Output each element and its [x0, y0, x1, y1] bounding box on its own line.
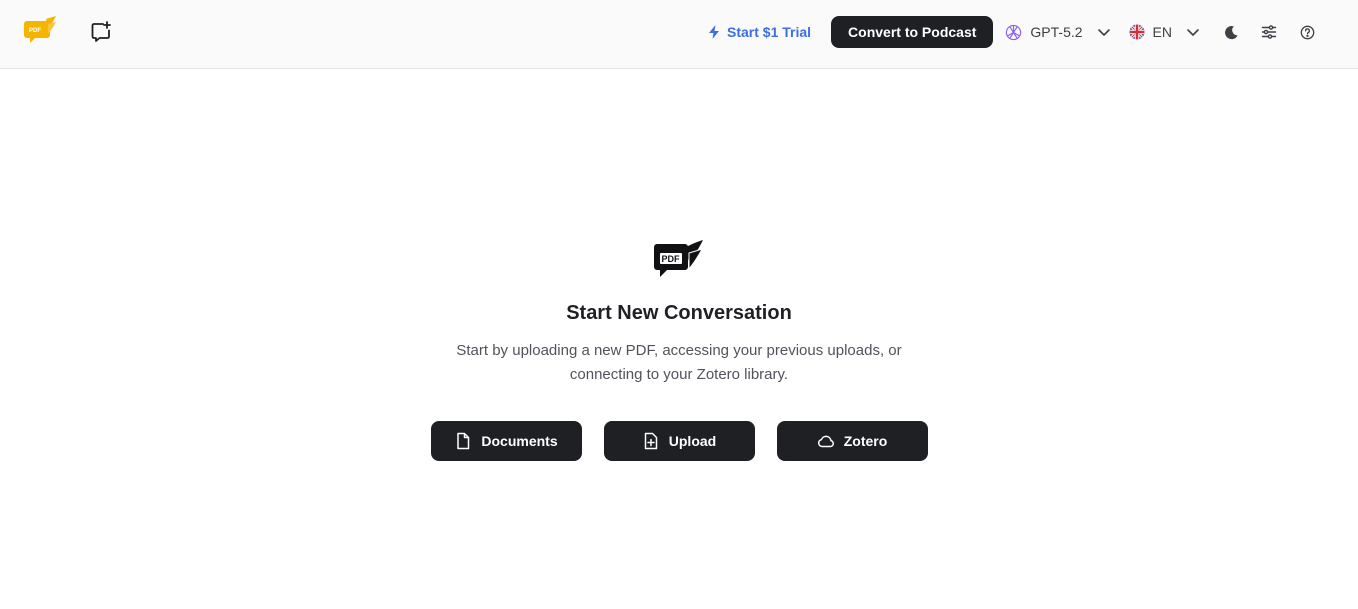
uk-flag-icon — [1129, 24, 1145, 40]
top-bar: PDF Start $1 Trial Convert to Podcast GP… — [0, 0, 1358, 69]
svg-text:PDF: PDF — [29, 28, 41, 34]
settings-button[interactable] — [1260, 23, 1278, 41]
zotero-button[interactable]: Zotero — [776, 421, 928, 461]
openai-icon — [1006, 24, 1022, 40]
model-label: GPT-5.2 — [1030, 24, 1083, 40]
document-icon — [457, 432, 470, 450]
convert-to-podcast-button[interactable]: Convert to Podcast — [831, 16, 994, 48]
file-plus-icon — [644, 432, 658, 450]
upload-button[interactable]: Upload — [603, 421, 755, 461]
documents-button[interactable]: Documents — [430, 421, 582, 461]
pdf-chat-logo-icon: PDF — [24, 16, 56, 43]
documents-label: Documents — [481, 433, 558, 449]
action-buttons: Documents Upload Zotero — [430, 421, 928, 461]
language-label: EN — [1152, 24, 1172, 40]
model-selector[interactable]: GPT-5.2 — [1005, 24, 1110, 41]
sliders-icon — [1261, 25, 1277, 39]
moon-icon — [1224, 25, 1238, 39]
chevron-down-icon — [1097, 29, 1110, 36]
page-subtitle: Start by uploading a new PDF, accessing … — [456, 342, 902, 383]
new-chat-icon — [91, 21, 111, 42]
dark-mode-toggle[interactable] — [1222, 23, 1240, 41]
logo-text: PDF — [662, 254, 681, 264]
lightning-icon — [709, 25, 719, 39]
language-selector[interactable]: EN — [1129, 24, 1200, 40]
pdf-logo-icon: PDF — [654, 240, 703, 277]
cloud-icon — [817, 435, 834, 448]
app-logo[interactable]: PDF — [24, 15, 58, 47]
zotero-label: Zotero — [843, 433, 888, 449]
header-tools: Start $1 Trial Convert to Podcast GPT-5.… — [707, 0, 1358, 64]
start-trial-link[interactable]: Start $1 Trial — [707, 24, 811, 40]
help-button[interactable] — [1298, 23, 1316, 41]
page-title: Start New Conversation — [566, 302, 792, 324]
trial-label: Start $1 Trial — [727, 24, 812, 40]
empty-state: PDF Start New Conversation Start by uplo… — [0, 240, 1358, 461]
chevron-down-icon — [1187, 29, 1199, 36]
question-circle-icon — [1300, 25, 1314, 39]
upload-label: Upload — [668, 433, 717, 449]
new-chat-button[interactable] — [89, 20, 113, 44]
